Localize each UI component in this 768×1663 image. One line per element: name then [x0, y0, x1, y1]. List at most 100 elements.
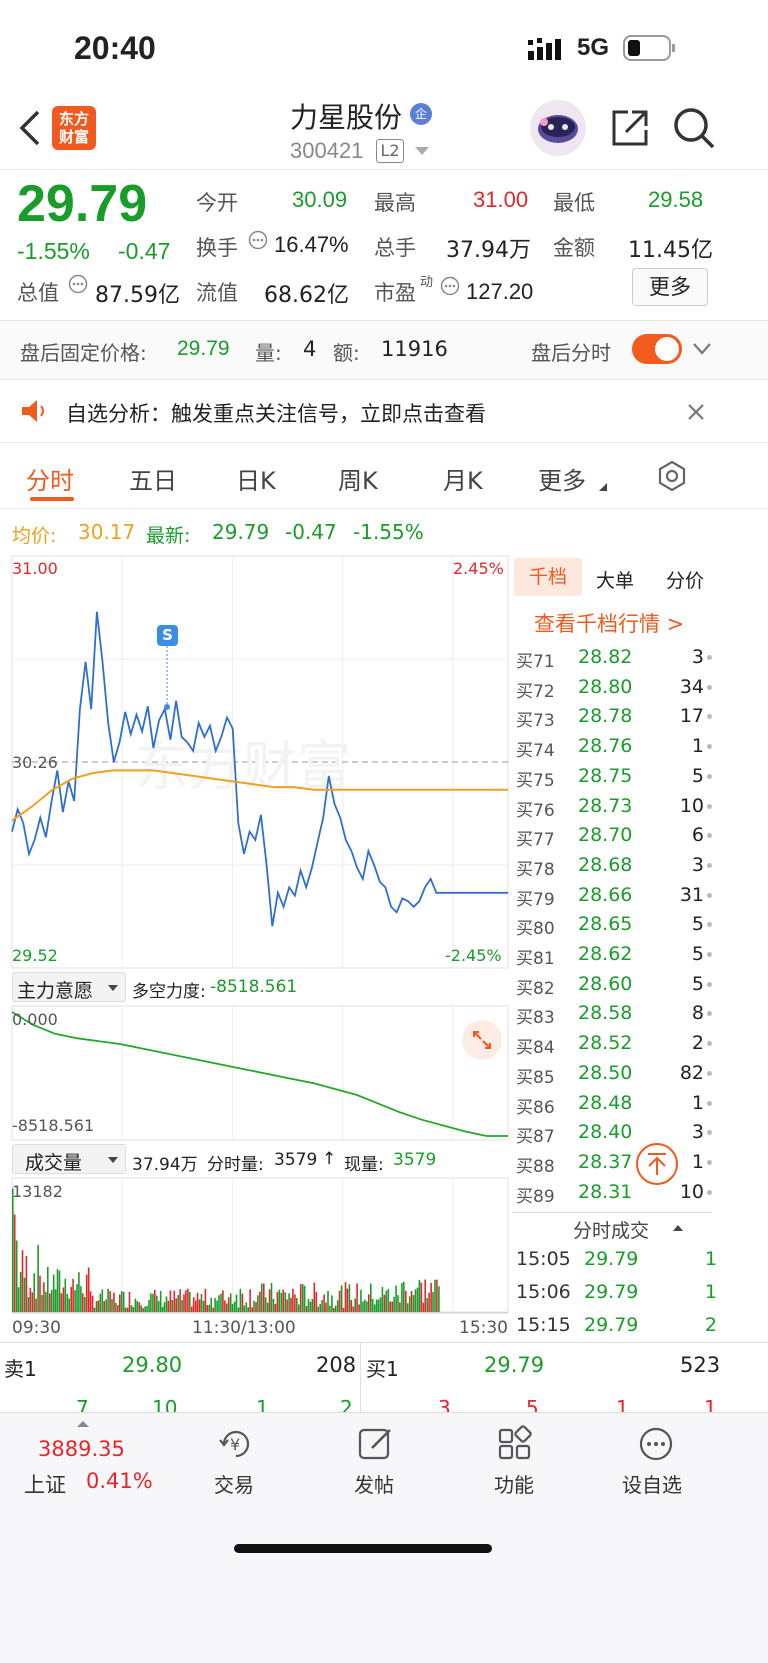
nav-trade[interactable]: 交易 [214, 1469, 254, 1498]
scroll-top-icon[interactable] [636, 1143, 678, 1185]
settings-icon[interactable] [656, 460, 688, 492]
tab-fenshi[interactable]: 分时 [26, 461, 74, 496]
volume-bar [202, 1300, 205, 1312]
enterprise-badge: 企 [410, 103, 432, 125]
expand-icon[interactable] [462, 1020, 502, 1060]
dropdown-caret-icon[interactable] [414, 146, 430, 156]
assistant-avatar-icon[interactable] [530, 100, 586, 156]
functions-icon[interactable] [496, 1424, 536, 1464]
indicator-axis-top: 0.000 [12, 1010, 58, 1029]
latest-pct: -1.55% [353, 520, 424, 544]
volume-bar [333, 1308, 335, 1312]
info-dots-icon[interactable] [440, 276, 460, 296]
volume-bar [21, 1250, 24, 1312]
back-icon[interactable] [18, 108, 42, 148]
add-watchlist-icon[interactable] [636, 1424, 676, 1464]
search-icon[interactable] [672, 106, 716, 150]
speaker-icon [20, 398, 48, 424]
order-book-price: 28.70 [578, 824, 633, 847]
buy-point-marker[interactable]: S [157, 625, 178, 646]
tab-month-k[interactable]: 月K [443, 461, 483, 496]
order-book-price: 28.31 [578, 1180, 633, 1203]
volume-bar [336, 1300, 339, 1312]
dot-icon [707, 833, 712, 839]
tab-price-dist[interactable]: 分价 [666, 566, 704, 593]
order-book-price: 28.80 [578, 675, 633, 698]
volume-bar [338, 1290, 341, 1312]
order-book-price: 28.37 [578, 1150, 633, 1173]
volume-bar [175, 1298, 177, 1312]
volume-select[interactable]: 成交量 [12, 1144, 126, 1174]
high-label: 最高 [374, 191, 416, 215]
volume-bar [264, 1297, 267, 1312]
chevron-down-icon[interactable] [692, 342, 712, 356]
info-dots-icon[interactable] [68, 274, 88, 294]
order-book-link[interactable]: 查看千档行情 > [534, 608, 684, 638]
volume-bar [216, 1300, 218, 1312]
volume-bar [185, 1290, 187, 1312]
dot-icon [707, 862, 712, 868]
latest-value: 29.79 [212, 520, 270, 544]
trade-icon[interactable]: ¥ [216, 1424, 256, 1464]
post-icon[interactable] [356, 1424, 396, 1464]
tab-more[interactable]: 更多 [538, 461, 586, 496]
order-book-row: 买72 28.80 34 [512, 674, 712, 702]
amount-value: 11.45亿 [628, 238, 713, 263]
volume-bar [140, 1305, 142, 1312]
info-dots-icon[interactable] [248, 230, 268, 250]
volume-bar [122, 1291, 125, 1312]
tab-week-k[interactable]: 周K [338, 461, 378, 496]
index-name[interactable]: 上证 [24, 1469, 66, 1499]
indicator-select-label: 主力意愿 [17, 980, 94, 1002]
index-value[interactable]: 3889.35 [38, 1437, 125, 1461]
tab-five-day[interactable]: 五日 [129, 461, 177, 496]
order-book-vol: 31 [679, 883, 704, 906]
dot-icon [707, 1070, 712, 1076]
price-axis-top: 31.00 [12, 559, 58, 578]
trade-row: 15:15 29.79 2 [512, 1314, 717, 1344]
volume-bar [274, 1304, 277, 1312]
share-icon[interactable] [610, 108, 650, 148]
volume-bar [315, 1292, 318, 1312]
volume-bar [82, 1293, 84, 1312]
tab-qiandang[interactable]: 千档 [514, 558, 582, 596]
buy1-vol: 523 [680, 1353, 721, 1377]
tab-day-k[interactable]: 日K [236, 461, 276, 496]
after-hours-toggle[interactable] [632, 334, 682, 364]
volume-bar [239, 1288, 242, 1312]
order-book-price: 28.82 [578, 646, 633, 668]
index-pct[interactable]: 0.41% [86, 1469, 153, 1493]
volume-bar [379, 1297, 382, 1312]
volume-bar [245, 1302, 248, 1312]
volume-bar [401, 1283, 403, 1312]
volume-bar [253, 1300, 255, 1312]
order-book-row: 买83 28.58 8 [512, 1000, 712, 1028]
close-icon[interactable] [686, 402, 706, 422]
trades-title[interactable]: 分时成交 [573, 1216, 649, 1243]
signal-icon [528, 38, 568, 60]
volume-bar [412, 1295, 415, 1312]
more-button[interactable]: 更多 [632, 268, 708, 306]
order-book-level: 买84 [516, 1038, 555, 1059]
nav-add-watchlist[interactable]: 设自选 [622, 1469, 682, 1498]
latest-chg: -0.47 [285, 520, 337, 544]
notice-text[interactable]: 自选分析：触发重点关注信号，立即点击查看 [66, 398, 486, 428]
order-book-vol: 17 [679, 705, 704, 728]
volume-bar [358, 1304, 360, 1312]
nav-post[interactable]: 发帖 [354, 1469, 394, 1498]
volume-bar [93, 1307, 96, 1312]
nav-functions[interactable]: 功能 [494, 1469, 534, 1498]
indicator-select[interactable]: 主力意愿 [12, 972, 126, 1002]
intraday-charts[interactable]: 东方财富 [0, 550, 512, 1345]
volume-bar [348, 1284, 351, 1312]
volume-bar [163, 1302, 166, 1312]
dot-icon [707, 1189, 712, 1195]
tab-large-orders[interactable]: 大单 [596, 566, 634, 593]
volume-bar [373, 1304, 376, 1312]
volume-bar [130, 1305, 133, 1312]
volume-bar [66, 1293, 69, 1312]
after-hours-amt-label: 额: [333, 341, 360, 365]
order-book-level: 买86 [516, 1097, 555, 1118]
stock-name: 力星股份 [290, 101, 403, 134]
volume-bar [97, 1300, 100, 1312]
